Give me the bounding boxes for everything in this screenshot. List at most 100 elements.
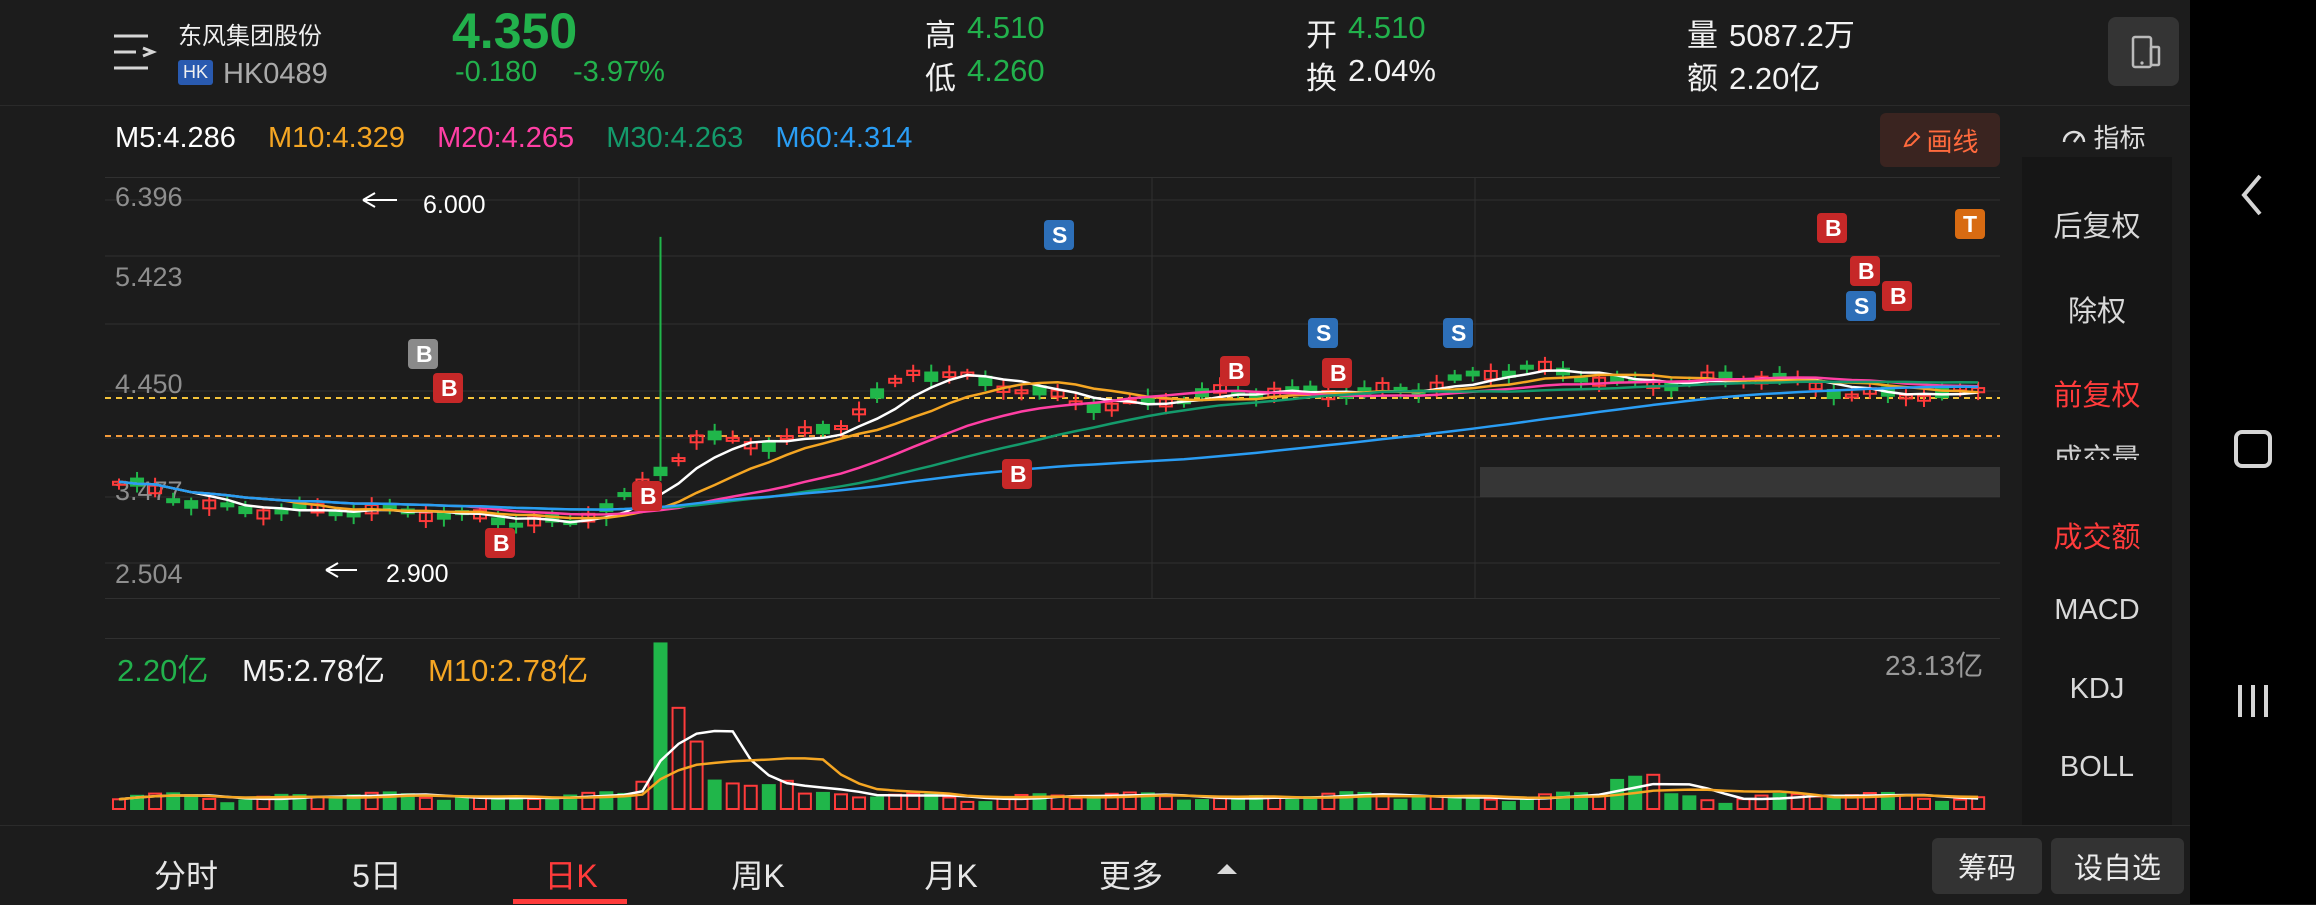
volume-bar bbox=[1483, 798, 1498, 810]
trade-signal-label: B bbox=[1330, 360, 1347, 386]
volume-bar bbox=[1682, 795, 1697, 810]
add-watchlist-button[interactable]: 设自选 bbox=[2051, 838, 2184, 894]
rights-pre-adjusted-option[interactable]: 前复权 bbox=[2022, 372, 2172, 414]
indicator-button[interactable]: 指标 bbox=[2053, 117, 2153, 155]
menu-icon bbox=[114, 34, 158, 70]
candle-body bbox=[166, 498, 181, 504]
period-tabs-bar: 分时 5日 日K 周K 月K 更多 筹码 设自选 bbox=[0, 825, 2190, 905]
trade-signal-label: B bbox=[1858, 258, 1875, 284]
candle-body bbox=[1465, 370, 1480, 377]
home-square-icon bbox=[2234, 430, 2272, 468]
volume-bar bbox=[1718, 802, 1733, 811]
gauge-icon bbox=[2063, 130, 2086, 143]
trade-signal-label: S bbox=[1316, 320, 1331, 346]
draw-line-button[interactable]: 画线 bbox=[1880, 113, 2000, 167]
trade-signal-label: B bbox=[416, 341, 433, 367]
kdj-option[interactable]: KDJ bbox=[2022, 673, 2172, 706]
chips-button[interactable]: 筹码 bbox=[1932, 838, 2042, 894]
volume-bar bbox=[1935, 800, 1950, 810]
volume-bar bbox=[1429, 795, 1444, 811]
volume-bar bbox=[1917, 797, 1931, 811]
candlestick-svg[interactable]: 6.3965.4234.4503.4772.5042025/01/092025/… bbox=[105, 178, 2000, 624]
candle-body bbox=[328, 510, 343, 517]
pencil-icon bbox=[1903, 131, 1921, 148]
candle-body bbox=[436, 512, 451, 520]
open-label: 开 bbox=[1306, 18, 1337, 53]
volume-bar bbox=[707, 779, 722, 810]
tab-monthly-k[interactable]: 月K bbox=[906, 851, 996, 897]
tab-five-day[interactable]: 5日 bbox=[342, 851, 412, 897]
volume-bar bbox=[888, 793, 903, 811]
volume-m10: M10:2.78亿 bbox=[428, 653, 589, 688]
candlestick-chart[interactable]: 6.3965.4234.4503.4772.5042025/01/092025/… bbox=[105, 177, 2000, 624]
y-axis-tick-label: 6.396 bbox=[115, 182, 183, 212]
price-change-percent: -3.97% bbox=[573, 56, 665, 88]
landscape-toggle-button[interactable] bbox=[2108, 17, 2179, 86]
amount-value: 2.20亿 bbox=[1729, 61, 1821, 96]
volume-bar bbox=[436, 799, 451, 810]
low-price-annotation: 2.900 bbox=[386, 560, 449, 588]
candle-body bbox=[220, 502, 235, 508]
more-dropdown-icon[interactable] bbox=[1214, 861, 1240, 877]
volume-bar bbox=[1195, 799, 1209, 811]
trade-signal-label: B bbox=[1890, 283, 1907, 309]
volume-bar bbox=[220, 802, 235, 810]
market-badge-text: HK bbox=[182, 62, 208, 82]
ex-rights-option[interactable]: 除权 bbox=[2022, 288, 2172, 330]
end-date-label: 2025/05/30 bbox=[1847, 596, 1972, 598]
volume-value: 5087.2万 bbox=[1729, 18, 1855, 53]
volume-bar bbox=[1375, 794, 1390, 811]
moving-average-line-ma5 bbox=[118, 369, 1979, 524]
volume-bar bbox=[761, 784, 776, 810]
trade-signal-label: S bbox=[1854, 293, 1869, 319]
volume-bar bbox=[454, 797, 469, 810]
volume-bar bbox=[671, 706, 686, 810]
trade-signal-label: S bbox=[1451, 320, 1466, 346]
volume-bar bbox=[1285, 798, 1300, 811]
moving-average-legend: M5:4.286 M10:4.329 M20:4.265 M30:4.263 M… bbox=[115, 122, 936, 155]
volume-bar bbox=[545, 798, 560, 810]
price-change: -0.180 bbox=[455, 56, 538, 88]
y-axis-tick-label: 5.423 bbox=[115, 262, 183, 292]
volume-bar bbox=[581, 791, 596, 811]
volume-bar bbox=[1700, 799, 1715, 810]
amount-option[interactable]: 成交额 bbox=[2022, 514, 2172, 556]
turnover-rate-value: 2.04% bbox=[1348, 53, 1436, 88]
home-button[interactable] bbox=[2190, 394, 2316, 504]
android-navigation-bar bbox=[2190, 0, 2316, 904]
candle-body bbox=[491, 517, 506, 526]
candle-body bbox=[761, 441, 776, 452]
stock-name: 东风集团股份 bbox=[178, 23, 322, 50]
high-value: 4.510 bbox=[967, 10, 1045, 45]
volume-bar bbox=[328, 798, 343, 811]
rights-post-adjusted-option[interactable]: 后复权 bbox=[2022, 203, 2172, 245]
volume-bar bbox=[1664, 793, 1679, 811]
tab-intraday[interactable]: 分时 bbox=[146, 851, 226, 897]
boll-option[interactable]: BOLL bbox=[2022, 751, 2172, 784]
volume-bar bbox=[960, 800, 975, 811]
candle-body bbox=[924, 371, 939, 382]
amount-label: 额 bbox=[1687, 61, 1718, 96]
macd-option[interactable]: MACD bbox=[2022, 594, 2172, 627]
candle-body bbox=[238, 506, 253, 515]
high-label: 高 bbox=[925, 18, 956, 53]
trade-signal-label: S bbox=[1052, 222, 1067, 248]
ma5-value: M5:4.286 bbox=[115, 122, 236, 154]
volume-bar bbox=[527, 798, 542, 810]
recent-apps-button[interactable] bbox=[2190, 646, 2316, 756]
trade-signal-label: B bbox=[1010, 461, 1027, 487]
back-button[interactable] bbox=[2190, 140, 2316, 250]
tab-more[interactable]: 更多 bbox=[1091, 851, 1171, 897]
volume-label: 量 bbox=[1687, 18, 1718, 53]
tab-weekly-k[interactable]: 周K bbox=[713, 851, 803, 897]
volume-svg[interactable] bbox=[105, 639, 2000, 811]
volume-option[interactable]: 成交量 bbox=[2022, 436, 2172, 460]
volume-chart[interactable]: 2.20亿 M5:2.78亿 M10:2.78亿 23.13亿 bbox=[105, 638, 2000, 811]
indicator-label: 指标 bbox=[2093, 122, 2146, 153]
trade-signal-label: B bbox=[640, 483, 657, 509]
volume-current: 2.20亿 bbox=[117, 653, 209, 688]
menu-button[interactable] bbox=[112, 31, 158, 73]
tab-daily-k[interactable]: 日K bbox=[526, 851, 616, 897]
candle-body bbox=[617, 492, 632, 498]
volume-bar bbox=[310, 796, 325, 810]
